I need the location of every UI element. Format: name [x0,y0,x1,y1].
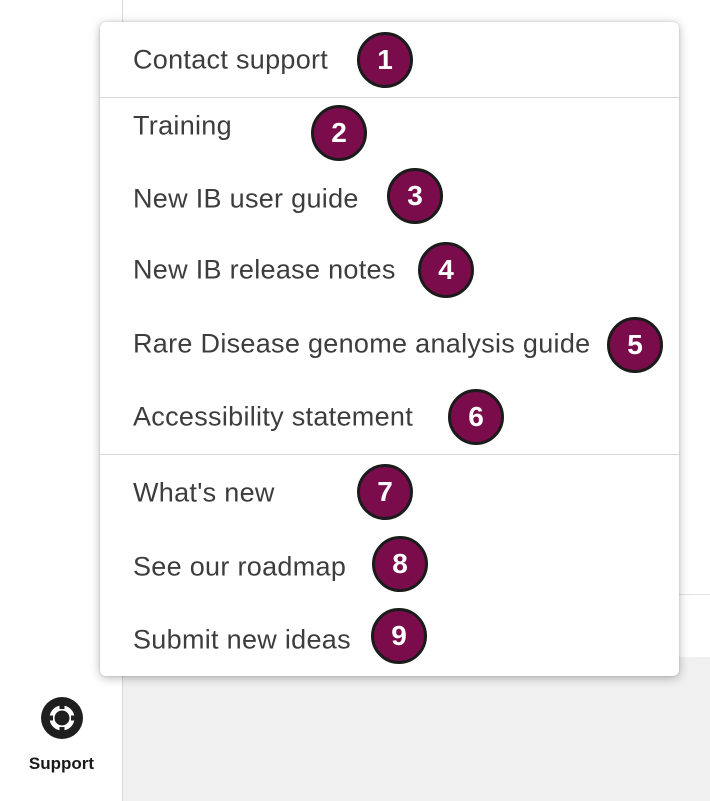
menu-divider [100,97,679,98]
lifebuoy-icon [40,697,83,739]
menu-item-user-guide[interactable]: New IB user guide [133,184,359,215]
callout-badge: 7 [357,464,413,520]
menu-item-release-notes[interactable]: New IB release notes [133,255,396,286]
menu-item-roadmap[interactable]: See our roadmap [133,552,346,583]
menu-item-contact-support[interactable]: Contact support [133,45,328,76]
support-nav-button[interactable]: Support [0,686,123,796]
callout-badge: 9 [371,608,427,664]
menu-item-submit-ideas[interactable]: Submit new ideas [133,625,351,656]
callout-badge: 2 [311,105,367,161]
menu-item-accessibility-statement[interactable]: Accessibility statement [133,402,413,433]
callout-badge: 3 [387,168,443,224]
callout-badge: 8 [372,536,428,592]
menu-item-training[interactable]: Training [133,111,232,142]
callout-badge: 1 [357,32,413,88]
menu-item-whats-new[interactable]: What's new [133,478,275,509]
callout-badge: 5 [607,317,663,373]
support-nav-label: Support [28,754,95,773]
menu-item-genome-analysis-guide[interactable]: Rare Disease genome analysis guide [133,329,590,360]
callout-badge: 4 [418,242,474,298]
content-panel [123,657,710,801]
callout-badge: 6 [448,389,504,445]
menu-divider [100,454,679,455]
